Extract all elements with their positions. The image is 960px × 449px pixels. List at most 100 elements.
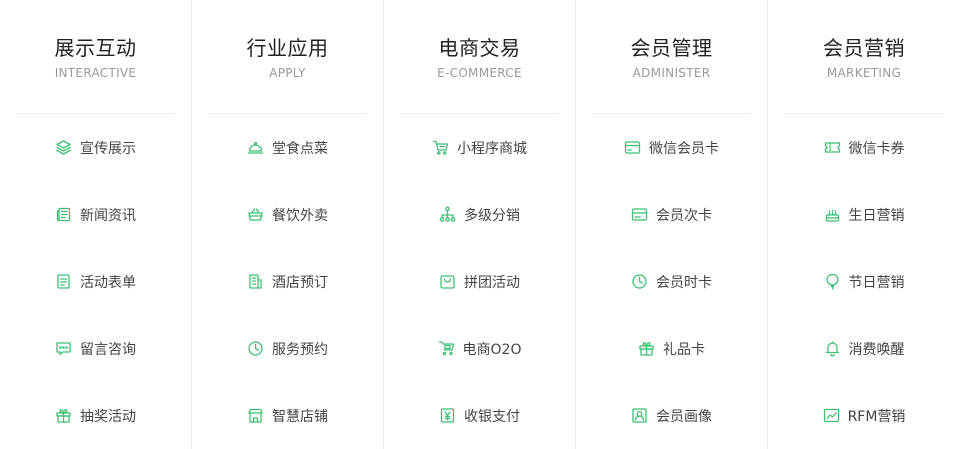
card-icon [624,139,641,156]
feature-link[interactable]: 微信会员卡 [576,114,767,181]
feature-link[interactable]: 会员次卡 [576,181,767,248]
portrait-icon [631,407,648,424]
feature-label: 多级分销 [464,207,520,224]
feature-link[interactable]: 抽奖活动 [0,382,191,449]
feature-label: 宣传展示 [80,140,136,157]
column-title: 展示互动 [54,36,137,60]
gift-box-icon [55,407,72,424]
feature-link[interactable]: 礼品卡 [576,315,767,382]
feature-label: 电商O2O [462,341,522,358]
column-title: 行业应用 [246,36,329,60]
column-header: 展示互动 INTERACTIVE [0,0,191,113]
hierarchy-icon [439,206,456,223]
feature-link[interactable]: 宣传展示 [0,114,191,181]
feature-label: RFM营销 [847,408,906,425]
feature-link[interactable]: 生日营销 [768,181,960,248]
feature-link[interactable]: 拼团活动 [384,248,575,315]
feature-label: 礼品卡 [663,341,705,358]
column-interactive: 展示互动 INTERACTIVE 宣传展示新闻资讯活动表单留言咨询抽奖活动 [0,0,192,449]
column-items: 小程序商城多级分销拼团活动电商O2O 收银支付 [384,114,575,449]
feature-link[interactable]: 收银支付 [384,382,575,449]
column-apply: 行业应用 APPLY 堂食点菜餐饮外卖酒店预订服务预约智慧店铺 [192,0,384,449]
feature-link[interactable]: 餐饮外卖 [192,181,383,248]
bell-icon [824,340,841,357]
gift-box-icon [638,340,655,357]
column-subtitle: ADMINISTER [632,66,711,80]
layers-icon [55,139,72,156]
column-items: 微信会员卡会员次卡会员时卡礼品卡会员画像 [576,114,767,449]
feature-label: 微信会员卡 [649,140,719,157]
column-header: 电商交易 E-COMMERCE [384,0,575,113]
cart-icon [432,139,449,156]
clock-icon [247,340,264,357]
feature-link[interactable]: 微信卡券 [768,114,960,181]
feature-link[interactable]: 堂食点菜 [192,114,383,181]
feature-grid: 展示互动 INTERACTIVE 宣传展示新闻资讯活动表单留言咨询抽奖活动 行业… [0,0,960,449]
building-icon [247,273,264,290]
column-title: 会员管理 [630,36,713,60]
dish-cover-icon [247,139,264,156]
yuan-icon [439,407,456,424]
balloon-icon [824,273,841,290]
newspaper-icon [55,206,72,223]
column-marketing: 会员营销 MARKETING 微信卡券生日营销节日营销消费唤醒 RFM营销 [768,0,960,449]
column-subtitle: APPLY [269,66,306,80]
feature-link[interactable]: 留言咨询 [0,315,191,382]
feature-label: 微信卡券 [848,140,905,157]
column-title: 会员营销 [823,36,905,60]
feature-link[interactable]: 活动表单 [0,248,191,315]
feature-label: 消费唤醒 [848,341,905,358]
bag-icon [439,273,456,290]
message-icon [55,340,72,357]
feature-link[interactable]: 节日营销 [768,248,960,315]
column-ecommerce: 电商交易 E-COMMERCE 小程序商城多级分销拼团活动电商O2O 收银支付 [384,0,576,449]
column-header: 会员营销 MARKETING [768,0,960,113]
feature-label: 服务预约 [272,341,328,358]
feature-link[interactable]: 智慧店铺 [192,382,383,449]
feature-label: 餐饮外卖 [272,207,328,224]
feature-link[interactable]: 小程序商城 [384,114,575,181]
feature-link[interactable]: 酒店预订 [192,248,383,315]
feature-label: 智慧店铺 [272,408,328,425]
ticket-icon [824,139,841,156]
feature-label: 会员画像 [656,408,712,425]
feature-link[interactable]: 新闻资讯 [0,181,191,248]
feature-label: 小程序商城 [457,140,527,157]
feature-label: 堂食点菜 [272,140,328,157]
feature-link[interactable]: 多级分销 [384,181,575,248]
feature-link[interactable]: RFM营销 [768,382,960,449]
feature-label: 新闻资讯 [80,207,136,224]
column-subtitle: E-COMMERCE [437,66,522,80]
feature-link[interactable]: 服务预约 [192,315,383,382]
column-items: 堂食点菜餐饮外卖酒店预订服务预约智慧店铺 [192,114,383,449]
feature-label: 会员次卡 [656,207,712,224]
card-stripe-icon [631,206,648,223]
column-header: 会员管理 ADMINISTER [576,0,767,113]
feature-label: 拼团活动 [464,274,520,291]
feature-link[interactable]: 会员画像 [576,382,767,449]
basket-icon [247,206,264,223]
feature-label: 活动表单 [80,274,136,291]
column-subtitle: MARKETING [826,66,902,80]
cake-icon [824,206,841,223]
cart-screen-icon [438,340,455,357]
feature-label: 留言咨询 [80,341,136,358]
column-administer: 会员管理 ADMINISTER 微信会员卡会员次卡会员时卡礼品卡会员画像 [576,0,768,449]
feature-link[interactable]: 电商O2O [384,315,575,382]
feature-label: 酒店预订 [272,274,328,291]
column-items: 宣传展示新闻资讯活动表单留言咨询抽奖活动 [0,114,191,449]
feature-label: 会员时卡 [656,274,712,291]
column-title: 电商交易 [438,36,521,60]
column-subtitle: INTERACTIVE [54,66,137,80]
feature-label: 抽奖活动 [80,408,136,425]
feature-link[interactable]: 会员时卡 [576,248,767,315]
chart-icon [823,407,840,424]
feature-link[interactable]: 消费唤醒 [768,315,960,382]
feature-label: 节日营销 [848,274,905,291]
form-icon [55,273,72,290]
feature-label: 收银支付 [464,408,520,425]
feature-label: 生日营销 [848,207,905,224]
store-icon [247,407,264,424]
column-items: 微信卡券生日营销节日营销消费唤醒 RFM营销 [768,114,960,449]
clock-icon [631,273,648,290]
